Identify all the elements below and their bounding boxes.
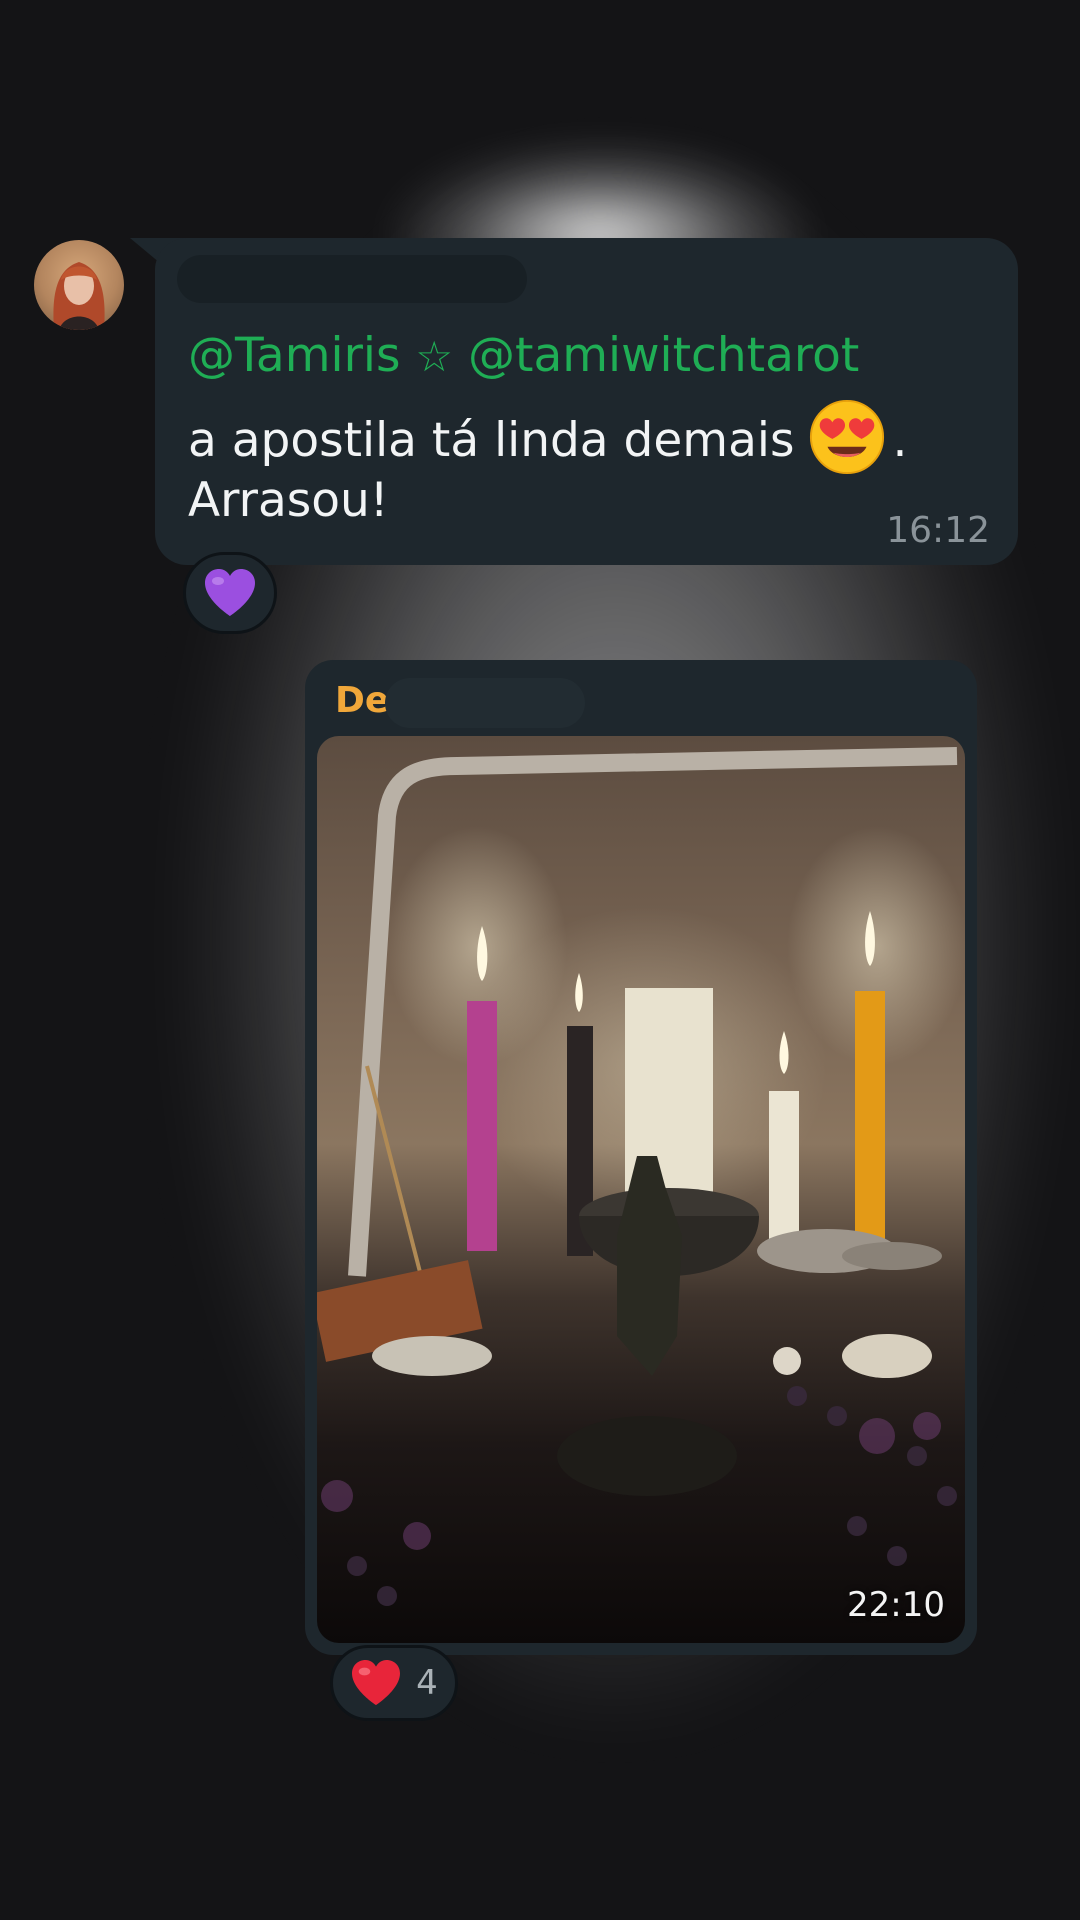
sender-name[interactable]: De [335, 680, 389, 721]
message-text-line2: Arrasou! [188, 473, 389, 528]
mention-tamiwitchtarot[interactable]: @tamiwitchtarot [468, 328, 859, 383]
reaction-count: 4 [416, 1663, 438, 1703]
message-text: a apostila tá linda demais [188, 413, 795, 468]
mention-tamiris[interactable]: @Tamiris [188, 328, 400, 383]
avatar[interactable] [34, 240, 124, 330]
photo-timestamp: 22:10 [847, 1585, 945, 1625]
photo-message-bubble[interactable]: De 22:10 [305, 660, 977, 1655]
red-heart-icon [352, 1659, 401, 1706]
altar-candles-photo[interactable]: 22:10 [317, 736, 965, 1643]
sender-name-redacted [177, 255, 527, 303]
message-text-period: . [892, 413, 908, 468]
heart-eyes-emoji-icon [810, 399, 885, 475]
message-bubble[interactable]: @Tamiris ☆ @tamiwitchtarot a apostila tá… [155, 238, 1018, 565]
message-text-line1: a apostila tá linda demais . [188, 398, 907, 476]
purple-heart-icon [205, 569, 255, 616]
photo-illustration [317, 747, 965, 1606]
reaction-badge[interactable]: 4 [330, 1645, 458, 1721]
sender-name-redacted [385, 678, 585, 728]
reaction-badge[interactable] [183, 552, 277, 634]
mention-line: @Tamiris ☆ @tamiwitchtarot [188, 328, 859, 383]
star-symbol: ☆ [415, 332, 454, 381]
message-timestamp: 16:12 [886, 510, 990, 551]
